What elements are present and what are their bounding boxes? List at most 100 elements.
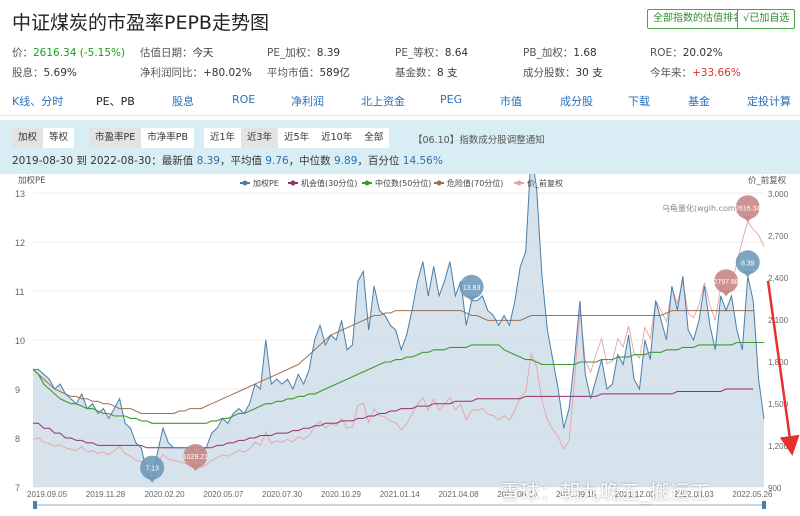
pin-label: 8.39 (741, 260, 755, 267)
legend-dot (516, 180, 522, 186)
nav-bar: K线、分时 PE、PB 股息 ROE 净利润 北上资金 PEG 市值 成分股 下… (0, 84, 800, 116)
pin-tail (721, 290, 732, 297)
stats-panel: 价：2616.34 (-5.15%) 估值日期：今天 PE_加权：8.39 PE… (0, 40, 800, 82)
nav-pe-pb[interactable]: PE、PB (96, 93, 135, 109)
nav-market-cap[interactable]: 市值 (500, 93, 522, 109)
source-label: 乌龟量化(wglh.com) (662, 203, 739, 213)
pe-metric-button[interactable]: 市盈率PE (89, 128, 142, 148)
stat-price: 价：2616.34 (-5.15%) (12, 47, 126, 59)
stat-constituent-count: 成分股数：30 支 (523, 67, 603, 79)
stat-pe-weighted: PE_加权：8.39 (267, 47, 341, 59)
y-tick-label: 10 (15, 336, 25, 346)
legend-label: 危险值(70分位) (447, 178, 503, 188)
average-value: 9.76 (265, 155, 289, 167)
nav-kline[interactable]: K线、分时 (12, 93, 63, 109)
legend-label: 中位数(50分位) (375, 178, 431, 188)
latest-value: 8.39 (196, 155, 220, 167)
equal-weight-button[interactable]: 等权 (43, 128, 75, 148)
nav-peg[interactable]: PEG (440, 93, 462, 106)
y2-tick-label: 3,000 (768, 190, 789, 199)
nav-download[interactable]: 下载 (628, 93, 650, 109)
value-pin: 2616.34 (735, 195, 761, 223)
range-handle-left (33, 501, 37, 509)
range-5y-button[interactable]: 近5年 (278, 128, 316, 148)
x-tick-label: 2021.01.14 (380, 490, 421, 499)
y-tick-label: 13 (15, 189, 25, 199)
adjustment-notice-link[interactable]: 【06.10】指数成分股调整通知 (413, 132, 545, 146)
percentile-value: 14.56% (402, 155, 443, 167)
pin-label: 7.13 (145, 466, 159, 473)
pin-tail (742, 216, 753, 223)
stat-net-profit-yoy: 净利润同比：+80.02% (140, 67, 252, 79)
range-1y-button[interactable]: 近1年 (204, 128, 242, 148)
legend-dot (290, 180, 296, 186)
legend-dot (364, 180, 370, 186)
stat-pe-equal: PE_等权：8.64 (395, 47, 469, 59)
pb-metric-button[interactable]: 市净率PB (141, 128, 194, 148)
stat-dividend: 股息：5.69% (12, 67, 77, 79)
page-title: 中证煤炭的市盈率PEPB走势图 (12, 12, 269, 34)
header: 中证煤炭的市盈率PEPB走势图 全部指数的估值排名 √已加自选 (0, 0, 800, 40)
x-tick-label: 2020.02.20 (145, 490, 186, 499)
range-all-button[interactable]: 全部 (358, 128, 390, 148)
x-tick-label: 2022.05.26 (732, 490, 773, 499)
pin-label: 2616.34 (735, 205, 760, 212)
legend-label: 价_前复权 (527, 178, 563, 188)
range-10y-button[interactable]: 近10年 (315, 128, 359, 148)
value-pin: 8.39 (735, 250, 760, 278)
value-pin: 2797.88 (713, 269, 739, 297)
median-value: 9.89 (334, 155, 358, 167)
valuation-rank-button[interactable]: 全部指数的估值排名 (647, 9, 749, 29)
nav-northbound[interactable]: 北上资金 (361, 93, 405, 109)
nav-net-profit[interactable]: 净利润 (291, 93, 324, 109)
legend-dot (242, 180, 248, 186)
range-3y-button[interactable]: 近3年 (241, 128, 279, 148)
summary-line: 2019-08-30 到 2022-08-30：最新值 8.39，平均值 9.7… (12, 155, 443, 167)
pe-chart: 7 8 9 10 11 12 13 900 1,200 1,500 1,800 2,100 2,400 2… (0, 152, 800, 511)
nav-funds[interactable]: 基金 (688, 93, 710, 109)
nav-constituents[interactable]: 成分股 (560, 93, 593, 109)
pe-area (33, 152, 764, 488)
pin-label: 2797.88 (713, 279, 738, 286)
y-tick-label: 7 (15, 483, 20, 493)
y-tick-label: 9 (15, 385, 20, 395)
y-tick-label: 11 (15, 287, 24, 297)
x-tick-label: 2020.05.07 (203, 490, 244, 499)
legend-dot (436, 180, 442, 186)
stat-valuation-date: 估值日期：今天 (140, 47, 214, 59)
pin-label: 1029.21 (183, 454, 208, 461)
watchlist-button[interactable]: √已加自选 (737, 9, 796, 29)
legend-label: 加权PE (253, 178, 279, 188)
stat-pb-weighted: PB_加权：1.68 (523, 47, 597, 59)
x-tick-label: 2020.10.29 (321, 490, 362, 499)
stat-avg-market-cap: 平均市值：589亿 (267, 67, 351, 79)
nav-dividend[interactable]: 股息 (172, 93, 194, 109)
range-handle-right (762, 501, 766, 509)
y-axis-title: 加权PE (18, 175, 46, 186)
nav-roe[interactable]: ROE (232, 93, 255, 106)
y2-tick-label: 2,100 (768, 316, 789, 325)
xueqiu-watermark: 雪球：朝九晚五_搬运工 (500, 480, 710, 504)
legend-label: 机会值(30分位) (301, 178, 357, 188)
x-tick-label: 2019.11.28 (86, 490, 126, 499)
stat-ytd: 今年来：+33.66% (650, 67, 741, 79)
y-tick-label: 8 (15, 434, 20, 444)
stat-roe: ROE：20.02% (650, 47, 723, 59)
nav-dca-calculator[interactable]: 定投计算 (747, 93, 791, 109)
weight-toggle: 加权 等权 (12, 128, 75, 148)
control-panel: 加权 等权 市盈率PE 市净率PB 近1年 近3年 近5年 近10年 全部 【0… (0, 120, 800, 174)
stat-fund-count: 基金数：8 支 (395, 67, 458, 79)
x-tick-label: 2019.09.05 (27, 490, 68, 499)
y2-tick-label: 1,200 (768, 442, 789, 451)
pin-label: 13.83 (463, 285, 481, 292)
x-tick-label: 2020.07.30 (262, 490, 303, 499)
y2-tick-label: 2,400 (768, 274, 789, 283)
metric-toggle: 市盈率PE 市净率PB (89, 128, 194, 148)
weighted-button[interactable]: 加权 (12, 128, 44, 148)
y2-tick-label: 2,700 (768, 232, 789, 241)
pin-tail (742, 271, 753, 278)
y2-axis-title: 价_前复权 (748, 175, 787, 186)
x-tick-label: 2021.04.08 (438, 490, 479, 499)
range-toggle: 近1年 近3年 近5年 近10年 全部 (204, 128, 390, 148)
y-tick-label: 12 (15, 238, 25, 248)
